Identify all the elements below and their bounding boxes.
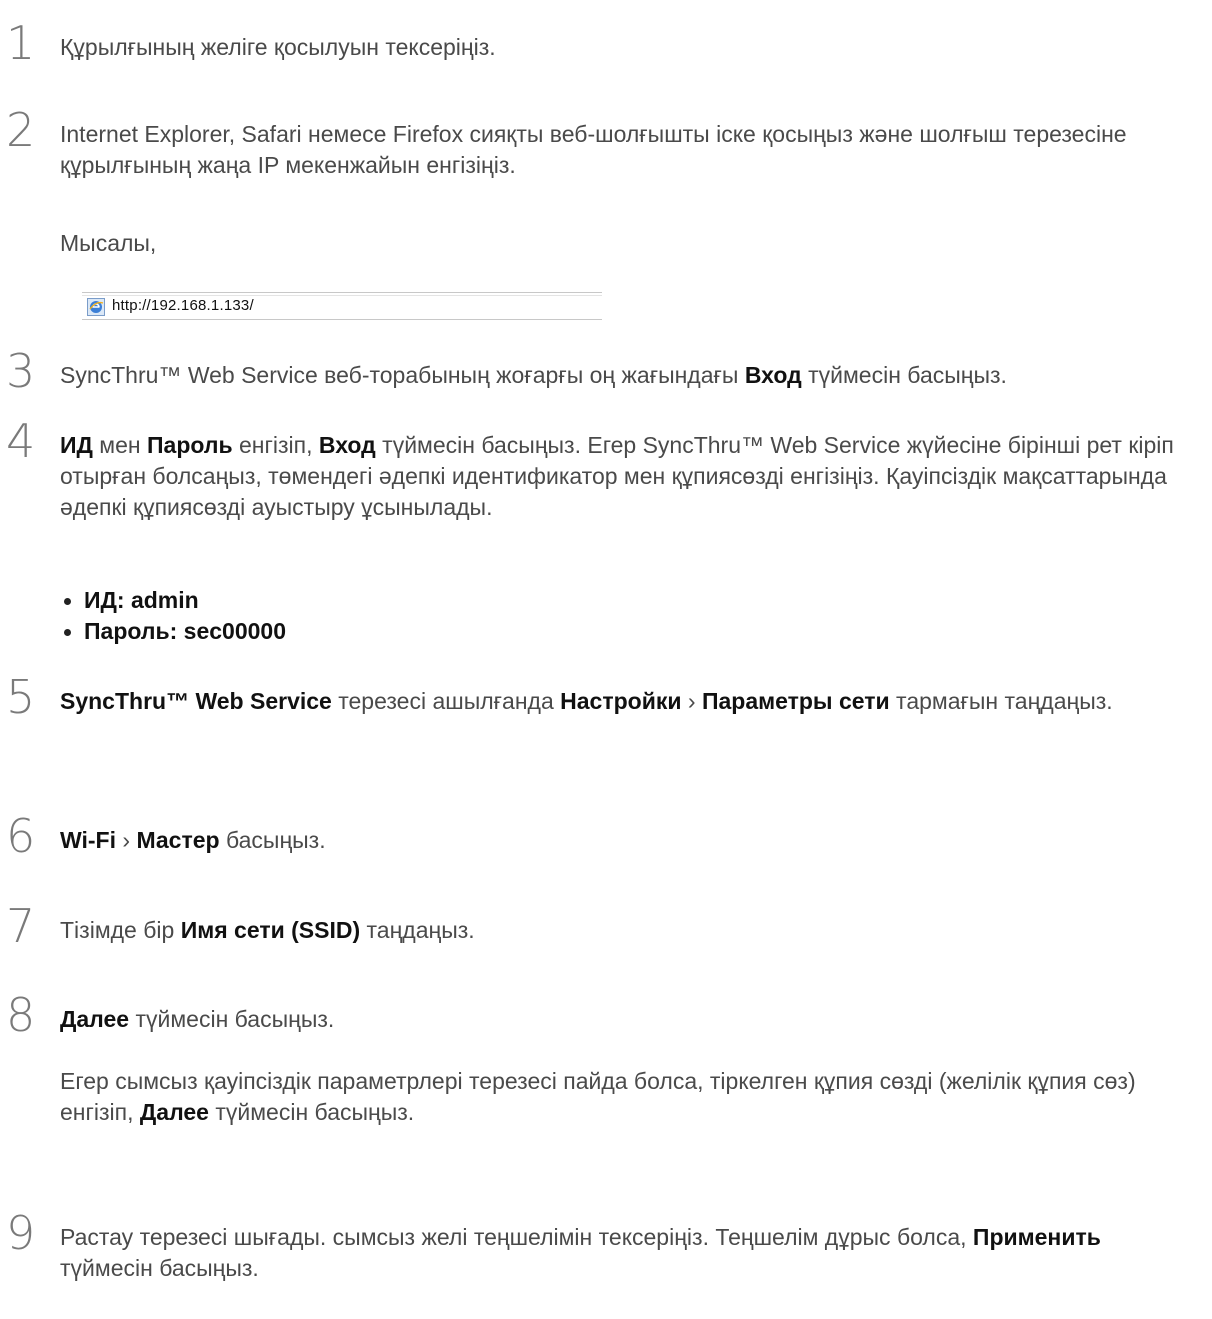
step-note: Егер сымсыз қауіпсіздік параметрлері тер… [60, 1068, 1136, 1125]
step-text: SyncThru™ Web Service веб-торабының жоға… [60, 362, 1007, 388]
step-number: 8 [6, 988, 36, 1042]
step-text: Wi-Fi › Мастер басыңыз. [60, 827, 326, 853]
step-number: 5 [6, 670, 36, 724]
step-number: 2 [6, 103, 36, 157]
example-label: Мысалы, [60, 230, 157, 256]
step-text: ИД мен Пароль енгізіп, Вход түймесін бас… [60, 432, 1174, 520]
list-item: Пароль: sec00000 [62, 616, 286, 647]
step-number: 3 [6, 344, 36, 398]
step-text: Далее түймесін басыңыз. [60, 1006, 335, 1032]
step-text: Растау терезесі шығады. сымсыз желі теңш… [60, 1224, 1101, 1281]
login-label: Вход [744, 362, 802, 388]
step-text: Құрылғының желіге қосылуын тексеріңіз. [60, 34, 496, 60]
step-number: 4 [6, 414, 36, 468]
step-number: 7 [6, 899, 36, 953]
step-number: 9 [6, 1206, 36, 1260]
step-number: 6 [6, 809, 36, 863]
step-text: Тізімде бір Имя сети (SSID) таңдаңыз. [60, 917, 475, 943]
step-text: Internet Explorer, Safari немесе Firefox… [60, 121, 1127, 178]
step-number: 1 [6, 16, 36, 70]
step-text: SyncThru™ Web Service терезесі ашылғанда… [60, 688, 1113, 714]
internet-explorer-icon [87, 298, 105, 316]
list-item: ИД: admin [62, 585, 286, 616]
address-url: http://192.168.1.133/ [112, 297, 254, 314]
credentials-list: ИД: admin Пароль: sec00000 [62, 585, 286, 647]
address-bar-example: http://192.168.1.133/ [82, 292, 602, 320]
